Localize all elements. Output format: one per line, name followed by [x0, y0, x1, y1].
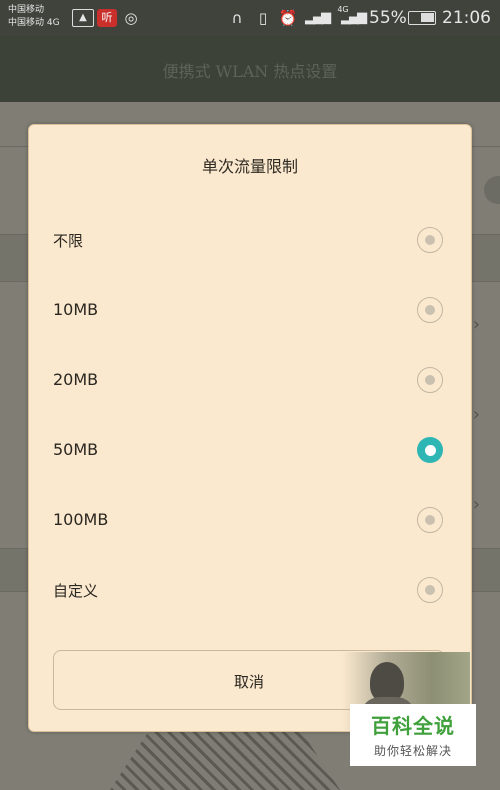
option-label: 20MB [53, 370, 99, 389]
radio-button[interactable] [417, 507, 443, 533]
radio-button[interactable] [417, 577, 443, 603]
radio-button[interactable] [417, 297, 443, 323]
status-bar: 中国移动 中国移动 4G ▲ 听 ◎ ∩ ▯ ⏰ ▂▄▆ 4G ▂▄▆ 55% … [0, 0, 500, 36]
vibrate-icon: ▯ [258, 9, 268, 27]
battery-icon [408, 11, 436, 25]
signal-icon-1: ▂▄▆ [305, 10, 331, 25]
carrier-label-1: 中国移动 [8, 5, 45, 15]
chevron-right-icon: › [472, 314, 480, 335]
radio-button[interactable] [417, 367, 443, 393]
watermark-logo: 百科全说 助你轻松解决 [350, 704, 476, 766]
watermark-title: 百科全说 [371, 714, 455, 738]
option-label: 50MB [53, 440, 99, 459]
radio-dot [425, 515, 435, 525]
background-toggle [484, 176, 500, 204]
battery-percent: 55% [369, 8, 407, 28]
data-limit-dialog: 单次流量限制 不限 10MB 20MB 50MB 100MB 自定义 取消 [28, 124, 472, 732]
radio-dot [425, 585, 435, 595]
chevron-right-icon: › [472, 404, 480, 425]
background-page-title: 便携式 WLAN 热点设置 [162, 62, 338, 81]
radio-app-icon: 听 [97, 9, 117, 27]
option-label: 自定义 [53, 582, 99, 600]
clock: 21:06 [442, 8, 491, 28]
alarm-icon: ⏰ [278, 9, 298, 27]
image-icon: ▲ [72, 9, 94, 27]
option-100mb[interactable]: 100MB [29, 487, 471, 557]
background-title-bar: 便携式 WLAN 热点设置 [0, 36, 500, 102]
radio-button[interactable] [417, 227, 443, 253]
option-20mb[interactable]: 20MB [29, 347, 471, 417]
radio-dot [424, 444, 436, 456]
option-custom[interactable]: 自定义 [29, 557, 471, 627]
option-unlimited[interactable]: 不限 [29, 207, 471, 277]
watermark-subtitle: 助你轻松解决 [373, 744, 452, 758]
chevron-right-icon: › [472, 494, 480, 515]
dialog-title: 单次流量限制 [201, 157, 298, 176]
radio-dot [425, 375, 435, 385]
radio-dot [425, 305, 435, 315]
carrier-label-2: 中国移动 4G [8, 18, 60, 28]
option-label: 10MB [53, 300, 99, 319]
option-label: 100MB [53, 510, 109, 529]
signal-icon-2: ▂▄▆ [341, 10, 367, 25]
option-label: 不限 [53, 232, 84, 250]
headphones-icon: ∩ [231, 9, 243, 27]
option-50mb[interactable]: 50MB [29, 417, 471, 487]
option-10mb[interactable]: 10MB [29, 277, 471, 347]
radio-button-selected[interactable] [417, 437, 443, 463]
radio-dot [425, 235, 435, 245]
headset-notification-icon: ◎ [124, 9, 138, 27]
photo-person-head [370, 662, 404, 702]
